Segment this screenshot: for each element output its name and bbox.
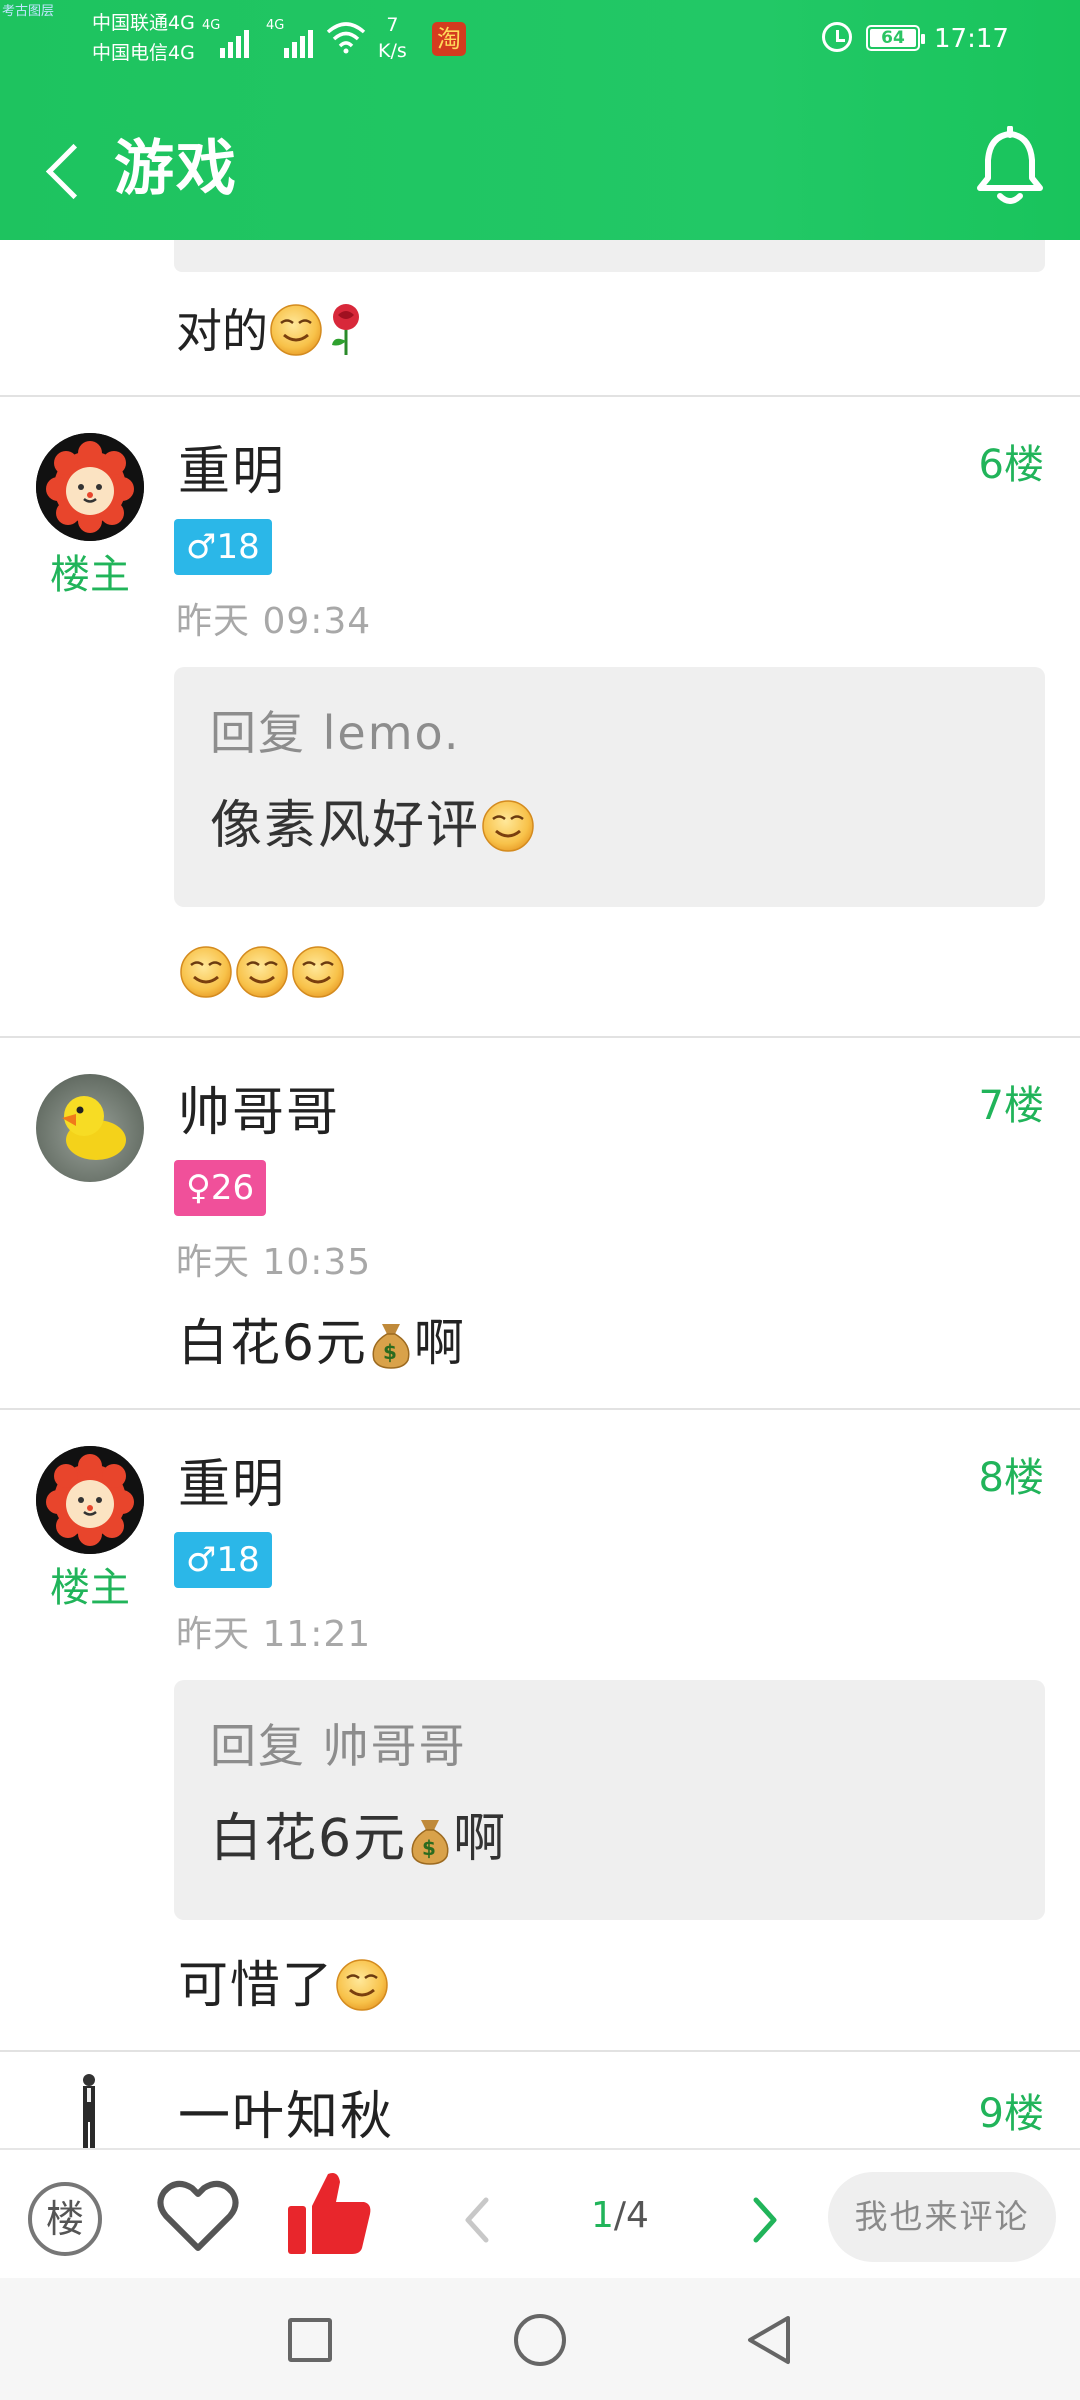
comment-time: 昨天 10:35 <box>176 1242 372 1283</box>
avatar[interactable] <box>36 1446 144 1554</box>
signal-2-icon: 4G <box>266 18 326 58</box>
reply-label: 回复 lemo. <box>210 706 461 760</box>
status-bar: 考古图层 中国联通4G 中国电信4G 4G 4G 7 K/s 淘 64 17:1… <box>0 0 1080 78</box>
carrier-2-label: 中国电信4G <box>92 42 195 64</box>
smile-emoji-icon <box>178 943 234 999</box>
home-icon[interactable] <box>514 2314 566 2366</box>
username[interactable]: 一叶知秋 <box>178 2082 394 2148</box>
recent-apps-icon[interactable] <box>288 2318 332 2362</box>
floor-number: 8楼 <box>978 1455 1044 1501</box>
page-current: 1 <box>591 2195 614 2236</box>
app-header: 考古图层 中国联通4G 中国电信4G 4G 4G 7 K/s 淘 64 17:1… <box>0 0 1080 240</box>
floor-number: 6楼 <box>978 442 1044 488</box>
reply-quote-part: 啊 <box>453 1809 508 1869</box>
status-tiny-label: 考古图层 <box>2 4 55 19</box>
taobao-notification-icon: 淘 <box>432 22 466 56</box>
reply-label: 回复 帅哥哥 <box>210 1719 467 1773</box>
username[interactable]: 重明 <box>178 1450 286 1520</box>
gender-age-badge: ♀26 <box>174 1160 267 1216</box>
comment-item[interactable]: 一叶知秋 9楼 <box>0 2052 1080 2148</box>
net-speed: 7 K/s <box>378 12 407 64</box>
owner-tag: 楼主 <box>50 1565 130 1611</box>
nav-back-icon[interactable] <box>744 2312 794 2368</box>
bell-icon[interactable] <box>972 126 1048 210</box>
battery-icon: 64 <box>866 25 925 51</box>
reply-quote-box[interactable]: 回复 帅哥哥 白花6元啊 <box>174 1680 1045 1920</box>
lion-avatar-icon <box>36 1446 144 1554</box>
net-speed-value: 7 <box>386 14 399 36</box>
duck-avatar-icon <box>62 1096 126 1160</box>
rose-emoji-icon <box>324 301 368 357</box>
heart-icon[interactable] <box>156 2174 240 2258</box>
comment-item[interactable]: 楼主 重明 8楼 ♂18 昨天 11:21 回复 帅哥哥 白花6元啊 可惜了 <box>0 1410 1080 2014</box>
gender-age-badge: ♂18 <box>174 519 272 575</box>
net-speed-unit: K/s <box>378 40 407 62</box>
comment-text-label: 可惜了 <box>178 1956 334 2014</box>
thumbs-up-icon[interactable] <box>286 2168 372 2258</box>
comment-text: 可惜了 <box>178 1950 390 2020</box>
reply-quote-box <box>174 240 1045 272</box>
write-comment-button[interactable]: 我也来评论 <box>828 2172 1056 2262</box>
lion-avatar-icon <box>36 433 144 541</box>
money-bag-emoji-icon <box>407 1810 453 1866</box>
signal-2-label: 4G <box>266 18 285 33</box>
comment-time: 昨天 11:21 <box>176 1614 372 1655</box>
bottom-action-bar: 楼 1/4 我也来评论 <box>0 2148 1080 2278</box>
battery-level: 64 <box>881 28 905 48</box>
gender-age-badge: ♂18 <box>174 1532 272 1588</box>
wifi-icon <box>326 22 366 54</box>
signal-1-icon: 4G <box>202 18 262 58</box>
avatar[interactable] <box>36 1074 144 1182</box>
floor-number: 9楼 <box>978 2091 1044 2137</box>
comment-text: 白花6元啊 <box>178 1308 466 1378</box>
only-owner-button[interactable]: 楼 <box>28 2182 102 2256</box>
comment-list[interactable]: 对的 楼主 重明 6楼 ♂18 昨天 09:34 回复 lemo. 像素风好评 … <box>0 240 1080 2148</box>
comment-time: 昨天 09:34 <box>176 601 372 642</box>
signal-1-label: 4G <box>202 18 221 33</box>
avatar[interactable] <box>78 2072 100 2148</box>
comment-text-part: 啊 <box>413 1314 466 1372</box>
status-time: 17:17 <box>934 24 1009 54</box>
avatar[interactable] <box>36 433 144 541</box>
reply-quote-part: 白花6元 <box>210 1809 408 1869</box>
page-title: 游戏 <box>114 134 238 204</box>
smile-emoji-icon <box>268 301 324 357</box>
comment-text: 对的 <box>176 298 368 364</box>
chevron-left-icon[interactable] <box>452 2190 502 2250</box>
money-bag-emoji-icon <box>368 1314 414 1370</box>
comment-item[interactable]: 楼主 重明 6楼 ♂18 昨天 09:34 回复 lemo. 像素风好评 <box>0 397 1080 879</box>
smile-emoji-icon <box>234 943 290 999</box>
username[interactable]: 帅哥哥 <box>178 1078 340 1148</box>
comment-text-part: 白花6元 <box>178 1314 368 1372</box>
floor-number: 7楼 <box>978 1083 1044 1129</box>
smile-emoji-icon <box>480 797 536 853</box>
smile-emoji-icon <box>334 1956 390 2012</box>
comment-text <box>178 937 346 1007</box>
system-nav-bar <box>0 2278 1080 2400</box>
title-bar: 游戏 <box>0 100 1080 240</box>
reply-quote-text: 白花6元啊 <box>210 1804 507 1874</box>
back-arrow-icon[interactable] <box>36 130 96 210</box>
comment-item[interactable]: 帅哥哥 7楼 ♀26 昨天 10:35 白花6元啊 <box>0 1038 1080 1410</box>
username[interactable]: 重明 <box>178 437 286 507</box>
alarm-icon <box>822 22 852 52</box>
owner-tag: 楼主 <box>50 552 130 598</box>
smile-emoji-icon <box>290 943 346 999</box>
reply-quote-box[interactable]: 回复 lemo. 像素风好评 <box>174 667 1045 907</box>
page-total: /4 <box>613 2195 649 2236</box>
reply-quote-label: 像素风好评 <box>210 796 481 856</box>
page-indicator: 1/4 <box>560 2186 680 2246</box>
chevron-right-icon[interactable] <box>740 2190 790 2250</box>
comment-text-label: 对的 <box>176 304 268 358</box>
carrier-1-label: 中国联通4G <box>92 12 195 34</box>
reply-quote-text: 像素风好评 <box>210 791 536 861</box>
